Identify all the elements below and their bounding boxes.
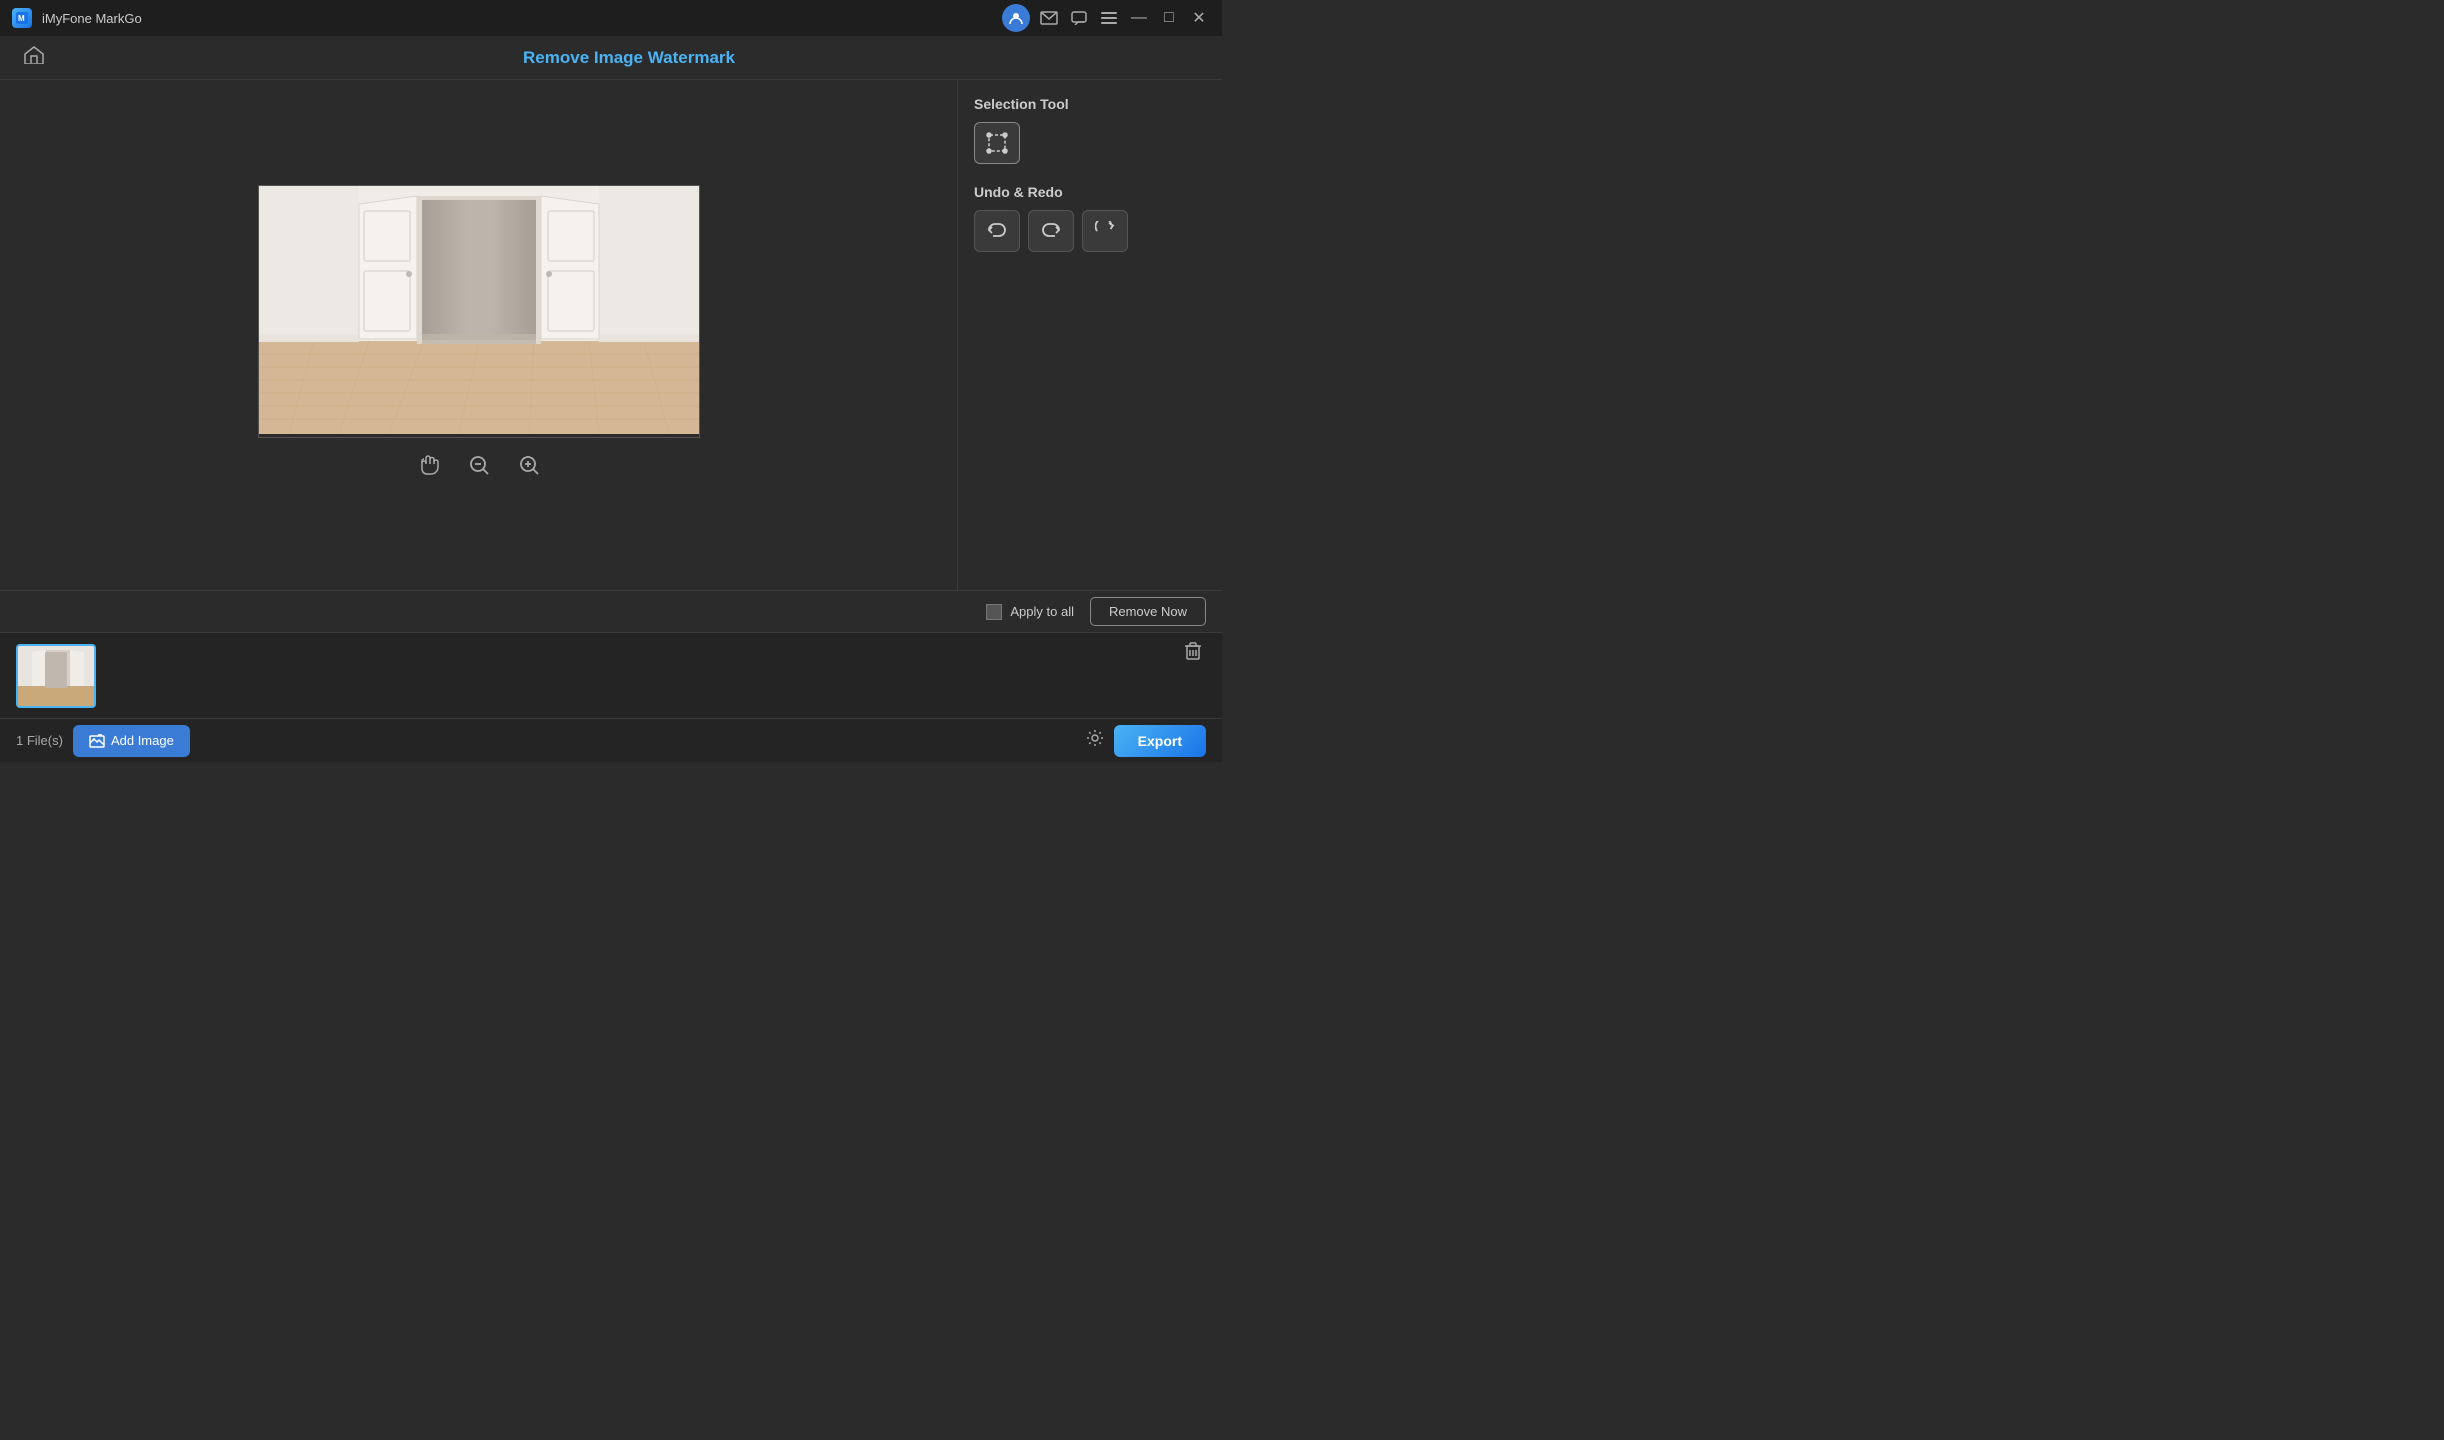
panel-bottom-actions [974,554,1206,574]
thumbnail-item[interactable] [16,644,96,708]
room-image [259,186,699,434]
undo-button[interactable] [974,210,1020,252]
export-button[interactable]: Export [1114,725,1206,757]
chat-button[interactable] [1068,7,1090,29]
close-button[interactable]: ✕ [1188,7,1210,29]
files-count: 1 File(s) [16,733,63,748]
image-toolbar [414,450,544,486]
home-button[interactable] [16,42,52,73]
zoom-out-button[interactable] [464,450,494,486]
remove-now-button[interactable]: Remove Now [1090,597,1206,626]
undo-redo-title: Undo & Redo [974,184,1206,200]
titlebar: M iMyFone MarkGo [0,0,1222,36]
selection-tool-title: Selection Tool [974,96,1206,112]
delete-area [1180,637,1206,670]
apply-all-row: Apply to all [986,604,1074,620]
main-content: Selection Tool Undo & Redo [0,80,1222,590]
bottom-action-bar: Apply to all Remove Now [0,590,1222,632]
titlebar-controls: — □ ✕ [1002,4,1210,32]
app-title: iMyFone MarkGo [42,11,992,26]
menu-button[interactable] [1098,7,1120,29]
add-image-button[interactable]: Add Image [73,725,190,757]
thumbnails-area [0,633,1222,718]
svg-text:M: M [18,14,25,23]
add-image-label: Add Image [111,733,174,748]
user-account-button[interactable] [1002,4,1030,32]
bottom-panel-footer: 1 File(s) Add Image Export [0,718,1222,762]
delete-button[interactable] [1180,637,1206,670]
refresh-button[interactable] [1082,210,1128,252]
bottom-panel: 1 File(s) Add Image Export [0,632,1222,762]
apply-all-checkbox[interactable] [986,604,1002,620]
settings-button[interactable] [1086,729,1104,752]
mail-button[interactable] [1038,7,1060,29]
apply-all-label: Apply to all [1010,604,1074,619]
thumbnail-image [18,646,94,706]
zoom-in-button[interactable] [514,450,544,486]
minimize-button[interactable]: — [1128,7,1150,29]
undo-redo-buttons [974,210,1206,252]
redo-button[interactable] [1028,210,1074,252]
right-panel: Selection Tool Undo & Redo [957,80,1222,590]
hand-tool-button[interactable] [414,450,444,486]
app-logo: M [12,8,32,28]
selection-tool-section: Selection Tool [974,96,1206,164]
selection-tool-buttons [974,122,1206,164]
app-header: Remove Image Watermark [0,36,1222,80]
undo-redo-section: Undo & Redo [974,184,1206,252]
selection-tool-button[interactable] [974,122,1020,164]
maximize-button[interactable]: □ [1158,7,1180,29]
image-container [258,185,700,438]
canvas-area [0,80,957,590]
page-title: Remove Image Watermark [52,48,1206,68]
